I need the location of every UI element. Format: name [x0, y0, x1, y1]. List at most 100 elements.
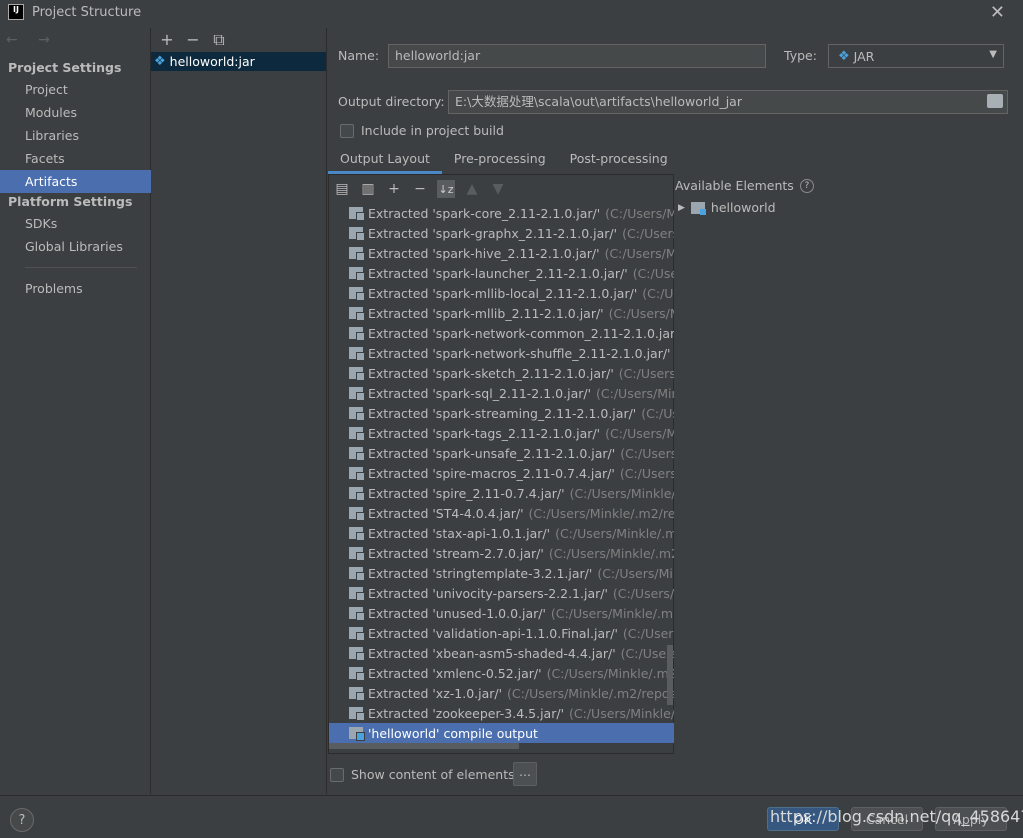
entry-path: (C:/Users/Minkl [608, 305, 674, 321]
checkbox-box[interactable] [330, 767, 344, 782]
output-layout-tree[interactable]: Extracted 'spark-core_2.11-2.1.0.jar/' (C… [329, 203, 674, 743]
platform-settings-header: Platform Settings [8, 194, 133, 209]
entry-name: Extracted 'spire-macros_2.11-0.7.4.jar/' [368, 465, 615, 481]
entry-path: (C:/Users/l [641, 405, 674, 421]
back-forward-arrows[interactable]: ← → [6, 32, 58, 48]
extracted-jar-row[interactable]: Extracted 'stax-api-1.0.1.jar/' (C:/Users… [329, 523, 674, 543]
move-up-icon[interactable]: ▲ [463, 180, 481, 198]
extracted-archive-icon [349, 247, 365, 261]
type-value: JAR [853, 48, 875, 64]
add-copy-of-icon[interactable]: + [385, 180, 403, 198]
extracted-jar-row[interactable]: Extracted 'spark-unsafe_2.11-2.1.0.jar/'… [329, 443, 674, 463]
extracted-jar-row[interactable]: Extracted 'spark-hive_2.11-2.1.0.jar/' (C… [329, 243, 674, 263]
entry-path: (C:/Users/Minkle/.m2/rep [546, 665, 674, 681]
project-settings-header: Project Settings [8, 60, 122, 75]
create-archive-icon[interactable]: ▥ [359, 180, 377, 198]
sort-icon[interactable]: ↓z [437, 180, 455, 198]
extracted-jar-row[interactable]: Extracted 'spark-sql_2.11-2.1.0.jar/' (C:… [329, 383, 674, 403]
extracted-archive-icon [349, 327, 365, 341]
extracted-jar-row[interactable]: Extracted 'unused-1.0.0.jar/' (C:/Users/M… [329, 603, 674, 623]
ok-button[interactable]: OK [767, 807, 839, 831]
intellij-logo-icon: IJ [8, 4, 24, 20]
extracted-jar-row[interactable]: Extracted 'spark-network-shuffle_2.11-2.… [329, 343, 674, 363]
entry-name: Extracted 'ST4-4.0.4.jar/' [368, 505, 524, 521]
entry-path: (C:/Users/Mir [622, 625, 674, 641]
nav-item-modules[interactable]: Modules [0, 101, 151, 124]
module-icon [690, 201, 706, 215]
close-icon[interactable]: ✕ [990, 2, 1005, 23]
type-select[interactable]: ❖ JAR ▼ [828, 44, 1004, 68]
artifacts-toolbar: + − ⧉ [159, 30, 227, 50]
artifact-details: Name: helloworld:jar Type: ❖ JAR ▼ Outpu… [328, 28, 1023, 794]
entry-name: Extracted 'xmlenc-0.52.jar/' [368, 665, 542, 681]
name-input[interactable]: helloworld:jar [388, 44, 766, 68]
add-icon[interactable]: + [159, 30, 175, 50]
remove-icon[interactable]: − [185, 30, 201, 50]
extracted-archive-icon [349, 567, 365, 581]
layout-toolbar: ▤ ▥ + − ↓z ▲ ▼ [333, 179, 507, 199]
extracted-jar-row[interactable]: Extracted 'stringtemplate-3.2.1.jar/' (C:… [329, 563, 674, 583]
entry-path: (C:/Users/Minkle/.m2/re [555, 525, 674, 541]
compile-output-row[interactable]: 'helloworld' compile output [329, 723, 674, 743]
vertical-scrollbar[interactable] [667, 645, 673, 705]
entry-name: Extracted 'spark-mllib-local_2.11-2.1.0.… [368, 285, 638, 301]
help-button[interactable]: ? [10, 808, 34, 832]
entry-path: (C:/Users/M [632, 265, 674, 281]
entry-name: Extracted 'spark-sql_2.11-2.1.0.jar/' [368, 385, 592, 401]
create-directory-icon[interactable]: ▤ [333, 180, 351, 198]
apply-button[interactable]: Apply [935, 807, 1007, 831]
extracted-jar-row[interactable]: Extracted 'spire-macros_2.11-0.7.4.jar/'… [329, 463, 674, 483]
entry-path: (C:/Users/Mink [612, 585, 674, 601]
nav-item-problems[interactable]: Problems [0, 277, 151, 300]
extracted-jar-row[interactable]: Extracted 'stream-2.7.0.jar/' (C:/Users/M… [329, 543, 674, 563]
extracted-jar-row[interactable]: Extracted 'xz-1.0.jar/' (C:/Users/Minkle/… [329, 683, 674, 703]
extracted-jar-row[interactable]: Extracted 'spark-graphx_2.11-2.1.0.jar/'… [329, 223, 674, 243]
remove-icon[interactable]: − [411, 180, 429, 198]
extracted-jar-row[interactable]: Extracted 'spire_2.11-0.7.4.jar/' (C:/Use… [329, 483, 674, 503]
show-content-options-button[interactable]: ... [513, 762, 537, 786]
extracted-jar-row[interactable]: Extracted 'validation-api-1.1.0.Final.ja… [329, 623, 674, 643]
artifact-list-item[interactable]: ❖ helloworld:jar [151, 52, 326, 71]
copy-icon[interactable]: ⧉ [211, 30, 227, 50]
extracted-jar-row[interactable]: Extracted 'spark-tags_2.11-2.1.0.jar/' (C… [329, 423, 674, 443]
extracted-jar-row[interactable]: Extracted 'univocity-parsers-2.2.1.jar/'… [329, 583, 674, 603]
extracted-archive-icon [349, 527, 365, 541]
extracted-jar-row[interactable]: Extracted 'ST4-4.0.4.jar/' (C:/Users/Mink… [329, 503, 674, 523]
help-icon[interactable]: ? [799, 178, 814, 193]
extracted-jar-row[interactable]: Extracted 'spark-core_2.11-2.1.0.jar/' (C… [329, 203, 674, 223]
tab-output-layout[interactable]: Output Layout [328, 148, 442, 174]
nav-item-sdks[interactable]: SDKs [0, 212, 151, 235]
extracted-jar-row[interactable]: Extracted 'spark-streaming_2.11-2.1.0.ja… [329, 403, 674, 423]
horizontal-scrollbar[interactable] [329, 743, 519, 749]
entry-path: (C:/Users/Min [620, 445, 674, 461]
extracted-jar-row[interactable]: Extracted 'spark-network-common_2.11-2.1… [329, 323, 674, 343]
tab-pre-processing[interactable]: Pre-processing [442, 148, 558, 174]
cancel-button[interactable]: Cancel [851, 807, 923, 831]
extracted-archive-icon [349, 507, 365, 521]
output-directory-value: E:\大数据处理\scala\out\artifacts\helloworld_… [455, 94, 742, 109]
nav-item-libraries[interactable]: Libraries [0, 124, 151, 147]
tab-post-processing[interactable]: Post-processing [558, 148, 680, 174]
checkbox-box[interactable] [340, 123, 354, 138]
show-content-checkbox[interactable]: Show content of elements [330, 767, 515, 782]
folder-icon[interactable] [987, 94, 1003, 108]
extracted-jar-row[interactable]: Extracted 'spark-launcher_2.11-2.1.0.jar… [329, 263, 674, 283]
entry-name: Extracted 'spark-streaming_2.11-2.1.0.ja… [368, 405, 637, 421]
nav-item-project[interactable]: Project [0, 78, 151, 101]
available-element-item[interactable]: ▶ helloworld [678, 200, 776, 215]
expand-arrow-icon[interactable]: ▶ [678, 203, 685, 213]
nav-item-artifacts[interactable]: Artifacts [0, 170, 151, 193]
nav-item-global-libraries[interactable]: Global Libraries [0, 235, 151, 258]
extracted-jar-row[interactable]: Extracted 'spark-sketch_2.11-2.1.0.jar/'… [329, 363, 674, 383]
include-in-build-checkbox[interactable]: Include in project build [340, 123, 504, 138]
move-down-icon[interactable]: ▼ [489, 180, 507, 198]
extracted-jar-row[interactable]: Extracted 'spark-mllib_2.11-2.1.0.jar/'(… [329, 303, 674, 323]
extracted-jar-row[interactable]: Extracted 'spark-mllib-local_2.11-2.1.0.… [329, 283, 674, 303]
extracted-archive-icon [349, 667, 365, 681]
extracted-jar-row[interactable]: Extracted 'xbean-asm5-shaded-4.4.jar/' (C… [329, 643, 674, 663]
output-directory-input[interactable]: E:\大数据处理\scala\out\artifacts\helloworld_… [448, 90, 1008, 114]
chevron-down-icon: ▼ [989, 49, 997, 60]
extracted-jar-row[interactable]: Extracted 'xmlenc-0.52.jar/' (C:/Users/Mi… [329, 663, 674, 683]
extracted-jar-row[interactable]: Extracted 'zookeeper-3.4.5.jar/' (C:/User… [329, 703, 674, 723]
nav-item-facets[interactable]: Facets [0, 147, 151, 170]
